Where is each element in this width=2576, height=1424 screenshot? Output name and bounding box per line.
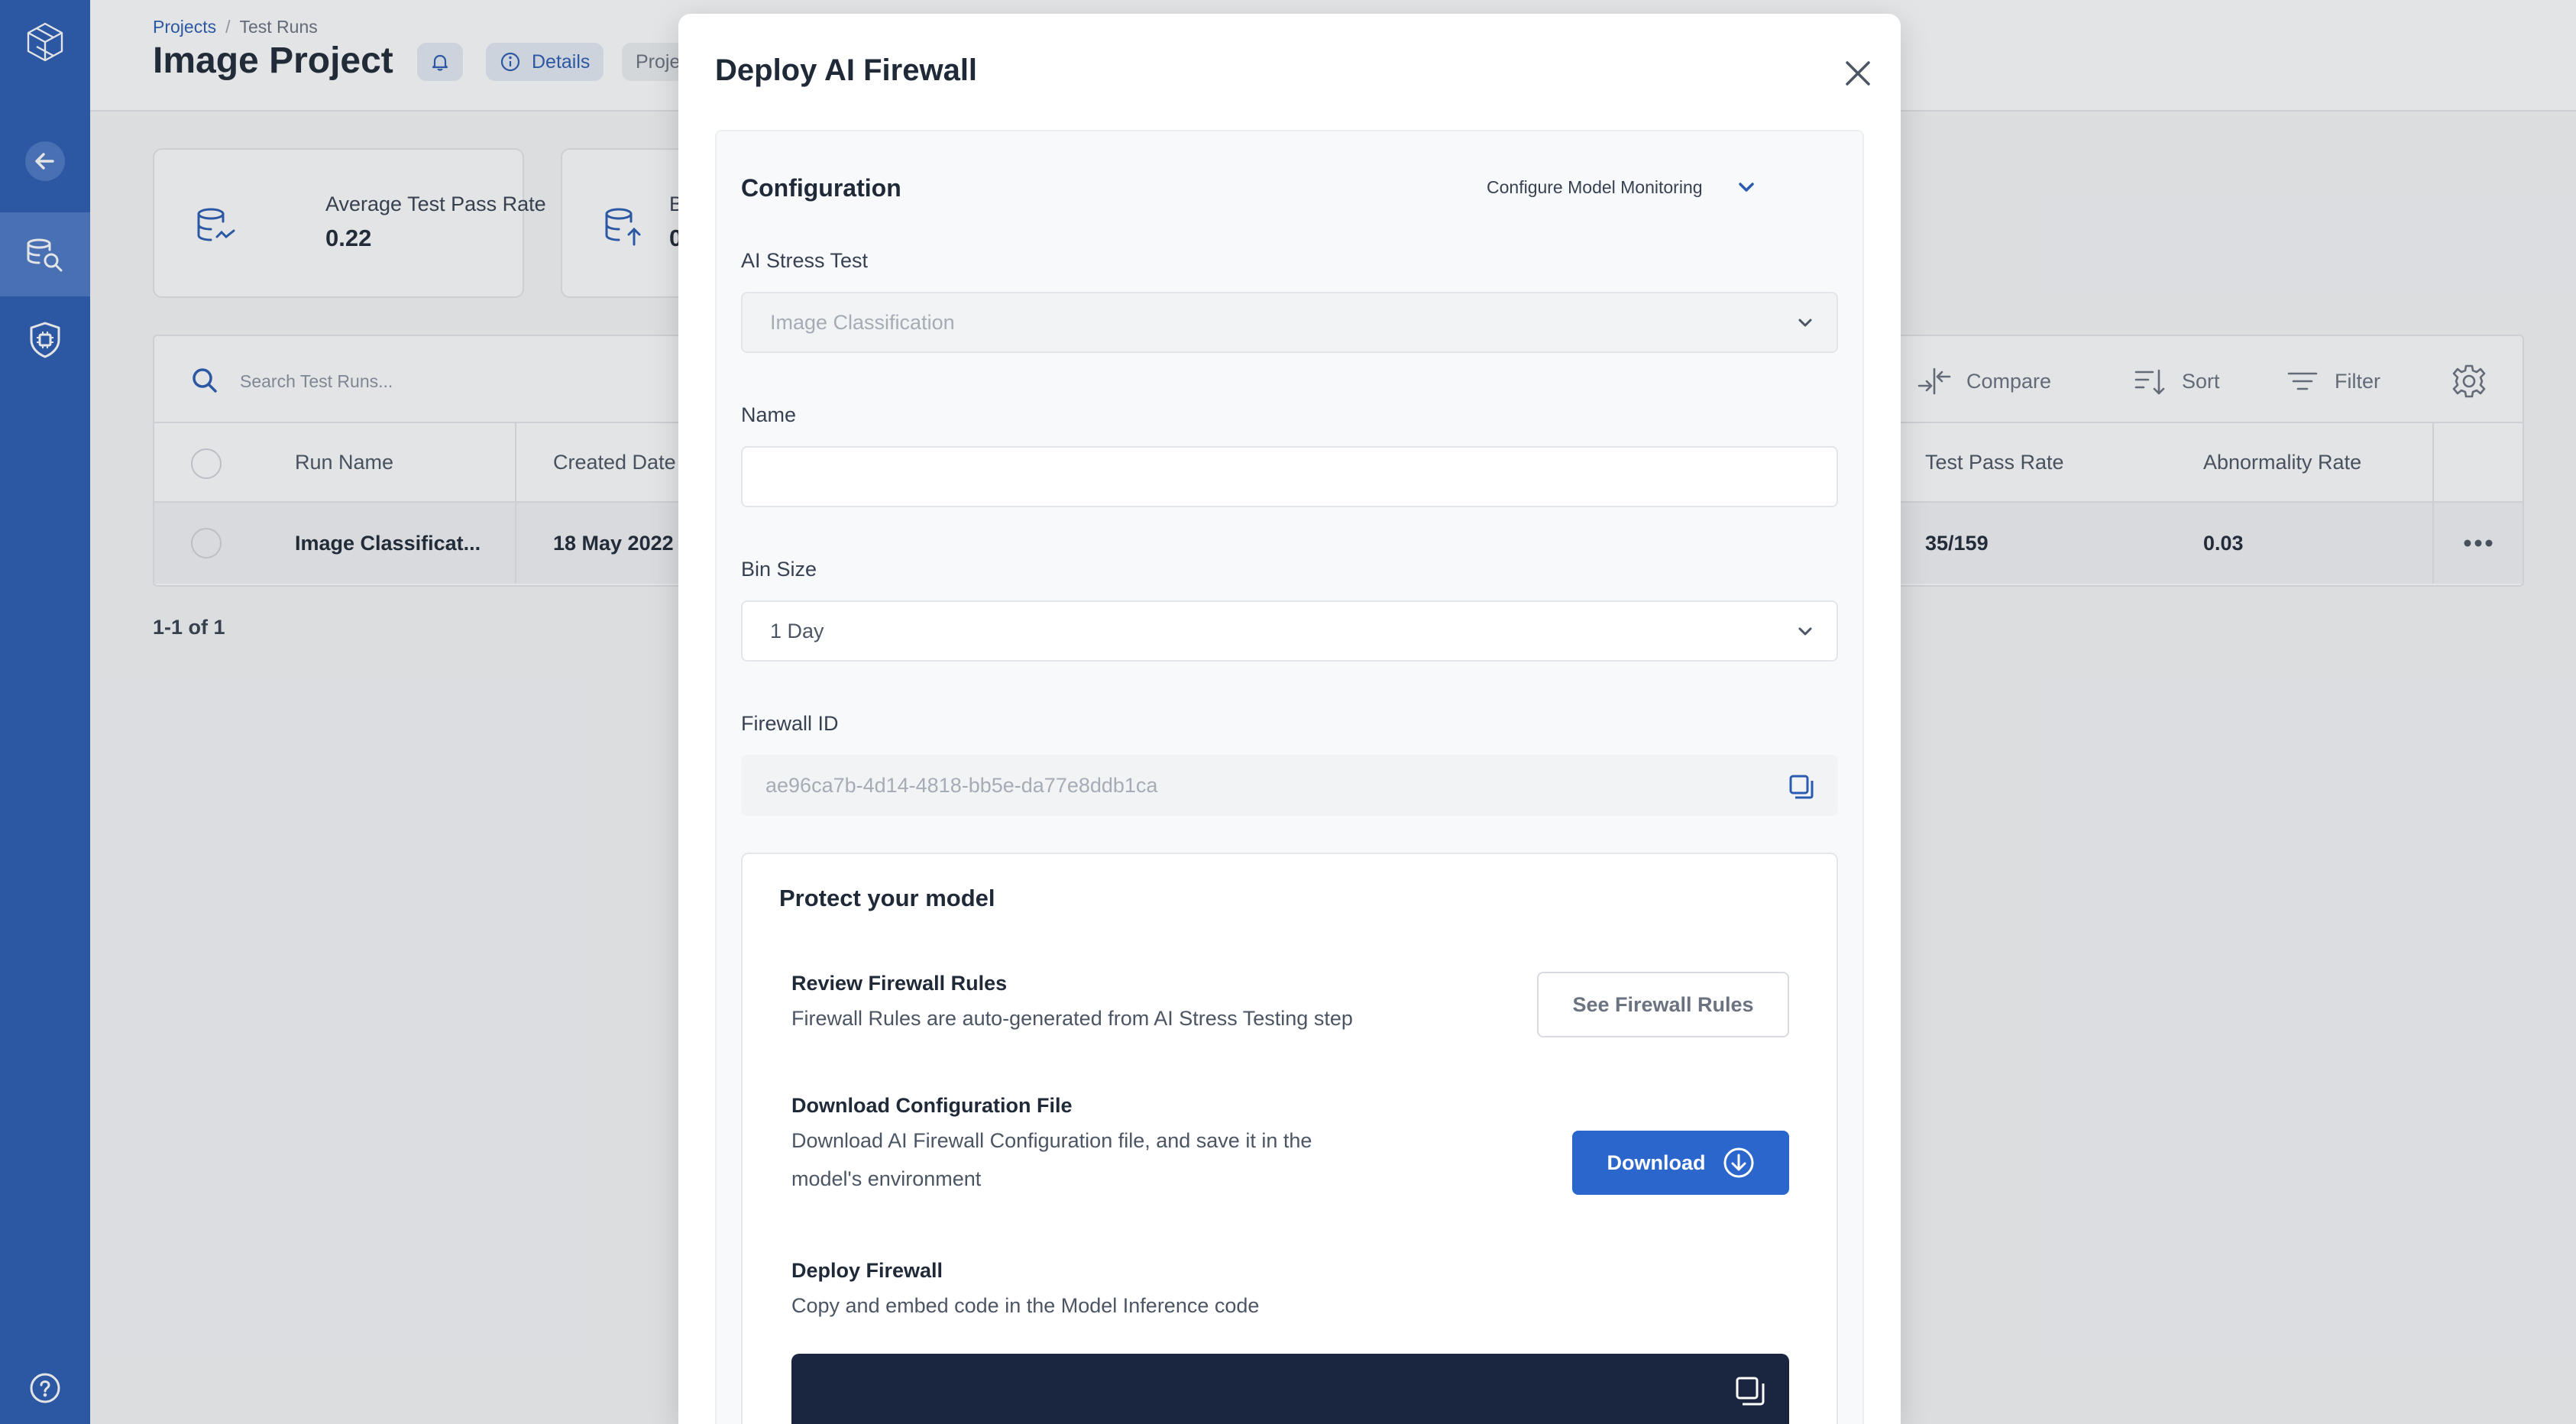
stress-test-value: Image Classification	[770, 310, 955, 334]
review-rules-text: Firewall Rules are auto-generated from A…	[791, 1007, 1353, 1030]
close-icon	[1846, 61, 1870, 86]
configuration-title: Configuration	[741, 174, 901, 202]
download-config-text: Download AI Firewall Configuration file,…	[791, 1129, 1312, 1190]
chevron-down-icon	[1738, 183, 1754, 192]
bin-size-value: 1 Day	[770, 619, 824, 642]
modal-title: Deploy AI Firewall	[715, 53, 978, 87]
download-circle-icon	[1723, 1147, 1753, 1178]
download-button[interactable]: Download	[1572, 1131, 1789, 1195]
close-button[interactable]	[1833, 49, 1882, 98]
protect-title: Protect your model	[779, 885, 995, 911]
configure-monitoring-select[interactable]: Configure Model Monitoring	[1487, 168, 1759, 206]
deploy-firewall-modal: Deploy AI Firewall Configuration Configu…	[678, 14, 1901, 1424]
review-rules-title: Review Firewall Rules	[791, 972, 1008, 995]
copy-icon[interactable]	[1786, 772, 1817, 802]
stress-test-select[interactable]: Image Classification	[741, 292, 1838, 353]
download-label: Download	[1607, 1151, 1706, 1174]
deploy-firewall-text: Copy and embed code in the Model Inferen…	[791, 1294, 1260, 1317]
embed-code-block	[791, 1354, 1789, 1424]
configure-monitoring-label: Configure Model Monitoring	[1487, 176, 1703, 197]
firewall-id-label: Firewall ID	[741, 712, 839, 735]
bin-size-label: Bin Size	[741, 558, 817, 581]
chevron-down-icon	[1798, 627, 1812, 636]
name-input[interactable]	[741, 446, 1838, 507]
firewall-id-field: ae96ca7b-4d14-4818-bb5e-da77e8ddb1ca	[741, 755, 1838, 816]
protect-model-card: Protect your model Review Firewall Rules…	[741, 853, 1838, 1424]
deploy-firewall-title: Deploy Firewall	[791, 1259, 943, 1282]
stress-test-label: AI Stress Test	[741, 249, 869, 272]
see-firewall-rules-button[interactable]: See Firewall Rules	[1537, 972, 1789, 1037]
chevron-down-icon	[1798, 319, 1812, 327]
firewall-id-value: ae96ca7b-4d14-4818-bb5e-da77e8ddb1ca	[765, 773, 1158, 797]
copy-icon[interactable]	[1733, 1374, 1768, 1409]
bin-size-select[interactable]: 1 Day	[741, 600, 1838, 662]
name-label: Name	[741, 403, 797, 426]
download-config-title: Download Configuration File	[791, 1094, 1073, 1117]
configuration-panel: Configuration Configure Model Monitoring…	[715, 130, 1864, 1424]
